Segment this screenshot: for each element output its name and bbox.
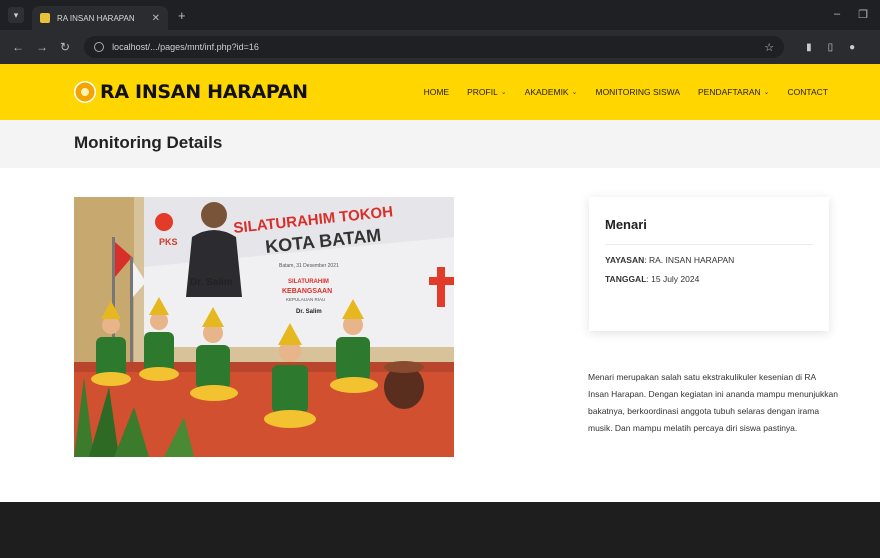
activity-photo: PKS SILATURAHIM TOKOH KOTA BATAM Batam, … <box>74 197 454 457</box>
site-footer <box>0 502 880 558</box>
nav-monitoring-siswa[interactable]: MONITORING SISWA <box>595 87 680 97</box>
svg-text:Dr. Salim: Dr. Salim <box>296 309 322 315</box>
nav-label: PENDAFTARAN <box>698 87 761 97</box>
tab-title: RA INSAN HARAPAN <box>57 13 135 23</box>
logo-emblem-icon <box>74 81 96 103</box>
page-title: Monitoring Details <box>74 133 223 152</box>
svg-text:SILATURAHIM: SILATURAHIM <box>288 279 329 285</box>
bookmark-star-icon[interactable]: ☆ <box>764 41 774 54</box>
svg-text:KEPULAUAN RIAU: KEPULAUAN RIAU <box>286 297 325 302</box>
tanggal-value: : 15 July 2024 <box>646 274 700 284</box>
nav-pendaftaran[interactable]: PENDAFTARAN ⌄ <box>698 87 770 97</box>
extension-icon[interactable]: ▮ <box>806 42 812 53</box>
site-header: RA INSAN HARAPAN HOME PROFIL ⌄ AKADEMIK ⌄ … <box>0 64 880 120</box>
sidepanel-icon[interactable]: ▯ <box>828 42 834 53</box>
nav-contact[interactable]: CONTACT <box>788 87 828 97</box>
favicon-icon <box>40 13 50 23</box>
window-controls: – ❐ <box>834 8 868 21</box>
site-info-icon[interactable] <box>94 42 105 52</box>
tab-search-icon[interactable]: ▾ <box>8 7 24 23</box>
address-bar[interactable]: localhost/.../pages/mnt/inf.php?id=16 ☆ <box>84 36 785 58</box>
nav-profil[interactable]: PROFIL ⌄ <box>467 87 507 97</box>
restore-icon[interactable]: ❐ <box>858 8 868 21</box>
browser-toolbar: ← → ↻ localhost/.../pages/mnt/inf.php?id… <box>0 30 880 64</box>
main-nav: HOME PROFIL ⌄ AKADEMIK ⌄ MONITORING SISWA … <box>424 87 828 97</box>
yayasan-label: YAYASAN <box>605 255 645 265</box>
tanggal-row: TANGGAL: 15 July 2024 <box>605 274 813 284</box>
nav-label: MONITORING SISWA <box>595 87 681 97</box>
svg-text:KEBANGSAAN: KEBANGSAAN <box>282 288 332 295</box>
url-text[interactable]: localhost/.../pages/mnt/inf.php?id=16 <box>112 42 259 52</box>
page-title-band: Monitoring Details <box>0 120 880 168</box>
browser-tab-bar: ▾ RA INSAN HARAPAN ✕ + – ❐ <box>0 0 880 30</box>
nav-label: AKADEMIK <box>524 87 569 97</box>
new-tab-icon[interactable]: + <box>178 8 186 23</box>
nav-label: CONTACT <box>787 87 828 97</box>
nav-home[interactable]: HOME <box>424 87 450 97</box>
browser-tab[interactable]: RA INSAN HARAPAN ✕ <box>32 6 168 30</box>
tab-close-icon[interactable]: ✕ <box>152 13 160 24</box>
svg-text:Dr. Salim: Dr. Salim <box>190 277 233 288</box>
minimize-icon[interactable]: – <box>834 8 840 21</box>
activity-title: Menari <box>605 217 647 232</box>
site-logo[interactable]: RA INSAN HARAPAN <box>74 81 308 103</box>
nav-akademik[interactable]: AKADEMIK ⌄ <box>525 87 578 97</box>
back-icon[interactable]: ← <box>12 40 24 54</box>
yayasan-value: : RA. INSAN HARAPAN <box>644 255 735 265</box>
chevron-down-icon: ⌄ <box>571 89 578 96</box>
card-divider <box>605 244 813 245</box>
svg-text:Batam, 31 Desember 2021: Batam, 31 Desember 2021 <box>279 263 339 269</box>
yayasan-row: YAYASAN: RA. INSAN HARAPAN <box>605 255 813 265</box>
activity-photo-graphic: PKS SILATURAHIM TOKOH KOTA BATAM Batam, … <box>74 197 454 457</box>
activity-description: Menari merupakan salah satu ekstrakuliku… <box>588 372 838 433</box>
logo-text: RA INSAN HARAPAN <box>100 81 308 103</box>
nav-label: PROFIL <box>467 87 498 97</box>
profile-icon[interactable]: ● <box>849 42 855 53</box>
tanggal-label: TANGGAL <box>605 274 647 284</box>
chevron-down-icon: ⌄ <box>763 89 770 96</box>
reload-icon[interactable]: ↻ <box>60 40 70 54</box>
svg-text:PKS: PKS <box>159 237 178 247</box>
detail-card: Menari YAYASAN: RA. INSAN HARAPAN TANGGA… <box>589 197 829 331</box>
forward-icon[interactable]: → <box>36 40 48 54</box>
chevron-down-icon: ⌄ <box>500 89 507 96</box>
nav-label: HOME <box>423 87 450 97</box>
